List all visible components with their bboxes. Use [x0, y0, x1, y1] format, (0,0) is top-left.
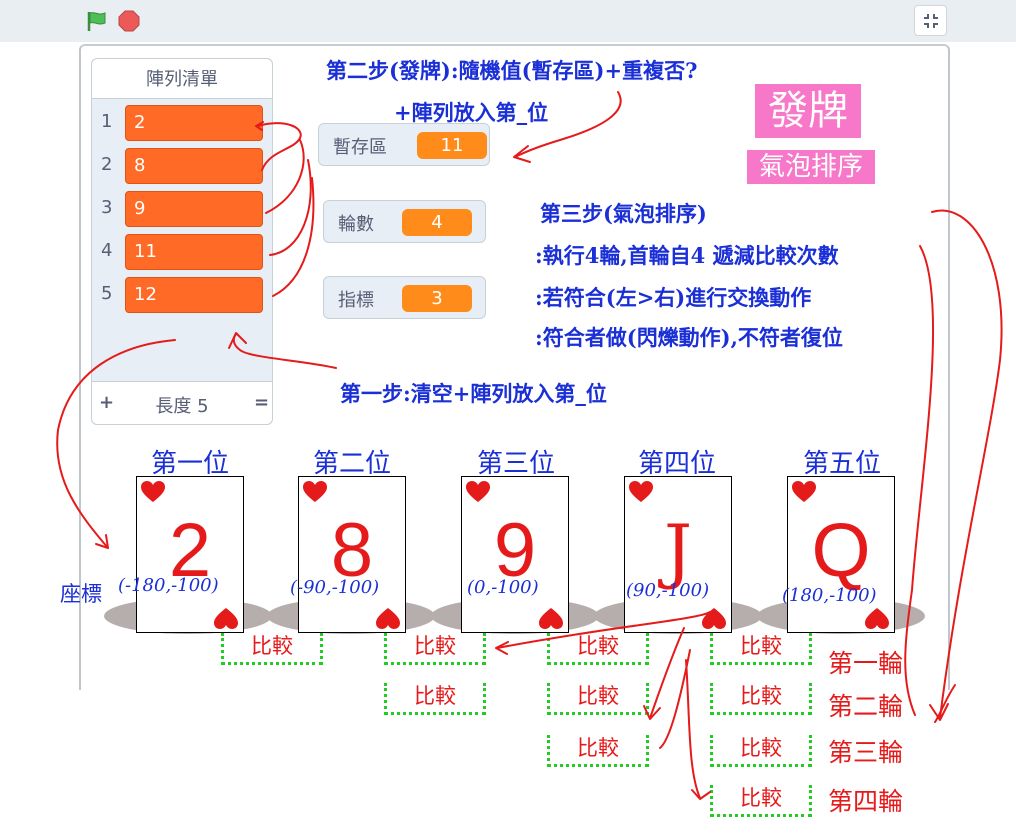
annotation-arrows: [56, 91, 1003, 800]
